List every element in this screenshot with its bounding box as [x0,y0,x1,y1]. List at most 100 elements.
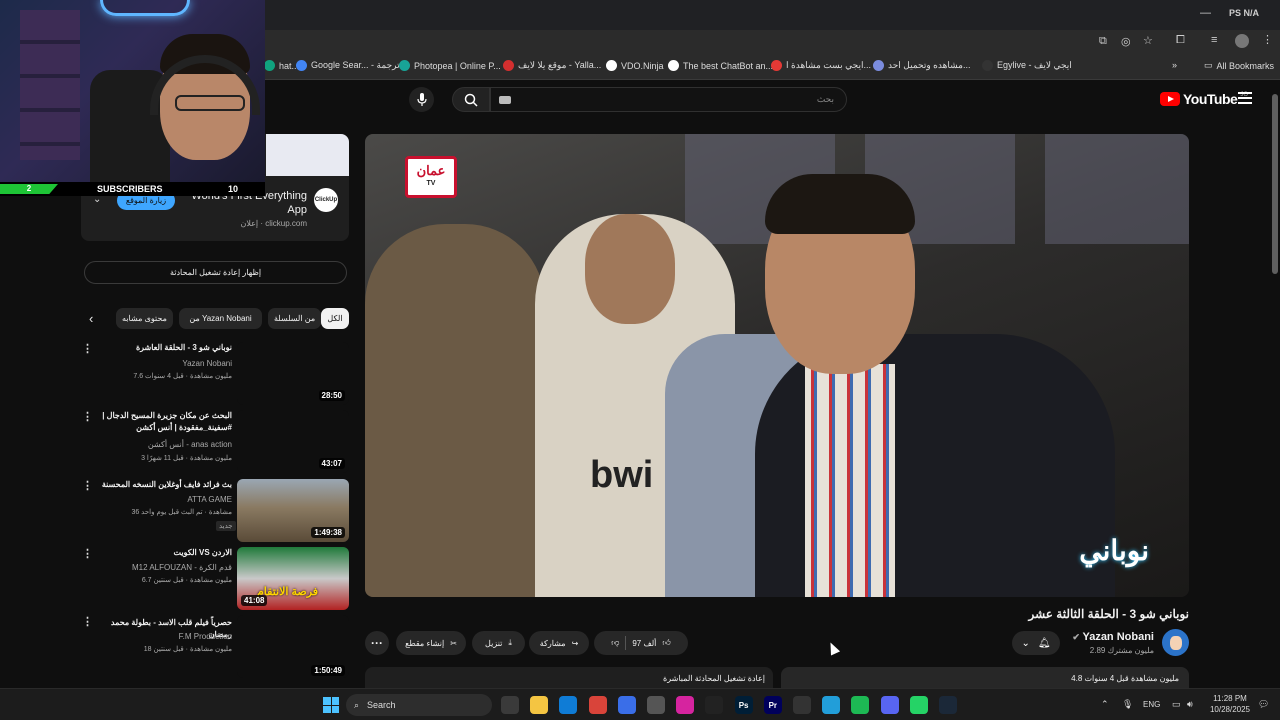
install-icon[interactable]: ⧉ [1099,35,1107,48]
bookmark-item[interactable]: VDO.Ninja [606,60,664,71]
discord-alt-icon[interactable] [793,696,811,714]
photoshop-icon[interactable]: Ps [734,696,753,714]
visibility-icon[interactable]: ◎ [1121,35,1131,48]
all-bookmarks-button[interactable]: ▭ All Bookmarks [1204,60,1274,71]
list-item[interactable]: 1:49:38 بث فرائد فايف أوغلاين النسخه الم… [80,479,350,543]
video-title[interactable]: بث فرائد فايف أوغلاين النسخه المحسنة [96,479,232,491]
list-item[interactable]: 43:07 البحث عن مكان جزيرة المسيح الدجال … [80,410,350,474]
windows-start-icon[interactable] [323,697,339,713]
premiere-icon[interactable]: Pr [763,696,782,714]
obs-icon[interactable] [647,696,665,714]
video-thumbnail[interactable]: 1:49:38 [237,479,349,542]
channel-name[interactable]: ATTA GAME [96,495,232,504]
more-options-icon[interactable]: ⋮ [82,547,93,560]
like-dislike-button[interactable]: 👎︎ 97 ألف 👍︎ [594,631,688,655]
bookmark-item[interactable]: Egylive - ايجي لايف [982,60,1072,71]
bookmarks-overflow-icon[interactable]: » [1172,60,1177,70]
more-options-icon[interactable]: ⋮ [82,410,93,423]
video-thumbnail[interactable]: 1:50:49 [237,615,349,678]
telegram-icon[interactable] [822,696,841,714]
bookmark-star-icon[interactable]: ☆ [1143,34,1153,47]
more-options-icon[interactable]: ⋮ [82,342,93,355]
discord-icon[interactable] [880,696,899,714]
notification-icon[interactable]: 💬︎ [1258,699,1269,710]
bookmark-item[interactable]: Google Sear... - ترجمة [296,60,400,71]
chevron-left-icon[interactable]: ‹ [89,311,93,326]
shelf-decor [20,10,80,160]
taskbar-search[interactable]: ⌕ Search [346,694,492,716]
bookmark-item[interactable]: The best ChatBot an... [668,60,773,71]
chip-similar[interactable]: محتوى مشابه [116,308,173,329]
search-input[interactable]: بحث [490,87,847,112]
task-view-icon[interactable] [501,696,519,714]
list-item[interactable]: 28:50 نوباني شو 3 - الحلقة العاشرة Yazan… [80,342,350,406]
network-icon[interactable]: ▭ [1172,699,1181,710]
bookmark-item[interactable]: Photopea | Online P... [399,60,501,71]
egylive-icon [982,60,993,71]
list-item[interactable]: فرصة الانتقام 41:08 الكويت VS الاردن M12… [80,547,350,611]
chip-from-channel[interactable]: من Yazan Nobani [179,308,262,329]
video-title[interactable]: نوباني شو 3 - الحلقة العاشرة [96,342,232,354]
chrome-icon[interactable] [588,696,607,714]
channel-name[interactable]: M12 ALFOUZAN - قدم الكرة [96,563,232,572]
verified-icon: ✔ [1072,632,1083,642]
subscription-bell-button[interactable]: ⌄ 🔔︎ [1012,631,1060,655]
keyboard-icon[interactable] [499,96,511,104]
youtube-logo[interactable]: YouTube JO [1160,91,1248,107]
video-player[interactable]: bwi عمان TV نوباني [365,134,1189,597]
volume-icon[interactable]: 🔊︎ [1187,699,1193,710]
chip-all[interactable]: الكل [321,308,349,329]
like-icon[interactable]: 👍︎ [662,638,670,648]
more-actions-button[interactable]: ··· [365,631,389,655]
video-thumbnail[interactable]: 28:50 [237,342,349,405]
channel-name[interactable]: Yazan Nobani [96,359,232,368]
chip-from-series[interactable]: من السلسلة [268,308,322,329]
profile-avatar[interactable] [1235,34,1249,48]
voice-search-button[interactable] [409,87,434,112]
page-scrollbar[interactable] [1270,82,1280,688]
language-indicator[interactable]: ENG [1143,700,1160,709]
show-chat-replay-button[interactable]: إظهار إعادة تشغيل المحادثة [84,261,347,284]
file-explorer-icon[interactable] [530,696,549,714]
channel-avatar[interactable] [1162,629,1189,656]
channel-name-main[interactable]: ✔ Yazan Nobani [1050,631,1154,643]
minimize-icon[interactable]: — [1200,7,1211,19]
whatsapp-icon[interactable] [909,696,928,714]
video-thumbnail[interactable]: فرصة الانتقام 41:08 [237,547,349,610]
media-icon[interactable]: ≡ [1211,34,1217,46]
instagram-icon[interactable] [676,696,695,714]
scrollbar-thumb[interactable] [1272,94,1278,274]
share-button[interactable]: مشاركة ↪ [529,631,589,655]
browser-menu-icon[interactable]: ⋮ [1262,33,1273,46]
steam-icon[interactable] [939,696,957,714]
bookmark-item[interactable]: مشاهده وتحميل احد... [873,60,970,71]
hamburger-menu-icon[interactable] [1238,92,1252,104]
chat-replay-panel[interactable]: إعادة تشغيل المحادثة المباشرة [365,667,773,689]
description-box[interactable]: 4.8 مليون مشاهدة قبل 4 سنوات [781,667,1189,689]
spotify-icon[interactable] [851,696,870,714]
video-title[interactable]: البحث عن مكان جزيرة المسيح الدجال | #سفي… [96,410,232,434]
edge-icon[interactable] [559,696,578,714]
bookmark-label: Google Sear... - ترجمة [311,60,400,70]
bookmark-item[interactable]: ايجي بست مشاهدة ا... [771,60,871,71]
clip-button[interactable]: إنشاء مقطع ✂ [396,631,466,655]
bookmark-item[interactable]: موقع يلا لايف - Yalla... [503,60,601,71]
microphone-tray-icon[interactable]: 🎙︎ [1122,699,1133,710]
more-options-icon[interactable]: ⋮ [82,615,93,628]
dislike-icon[interactable]: 👎︎ [611,638,619,648]
channel-name[interactable]: F.M Production [96,632,232,641]
search-button[interactable] [452,87,490,112]
download-button[interactable]: تنزيل ⤓ [472,631,525,655]
bookmark-item[interactable]: hat... [264,60,299,71]
channel-name[interactable]: أنس أكشن - anas action [96,440,232,449]
more-options-icon[interactable]: ⋮ [82,479,93,492]
list-item[interactable]: 1:50:49 حصرياً فيلم قلب الاسد - بطولة مح… [80,615,350,678]
clock[interactable]: 11:28 PM 10/28/2025 [1206,693,1254,715]
video-title[interactable]: الكويت VS الاردن [96,547,232,559]
extensions-icon[interactable]: ⧠ [1176,34,1185,47]
tray-overflow-icon[interactable]: ⌃ [1101,699,1109,710]
video-thumbnail[interactable]: 43:07 [237,410,349,473]
capcut-icon[interactable] [705,696,724,714]
store-icon[interactable] [617,696,636,714]
chatbot-icon [668,60,679,71]
